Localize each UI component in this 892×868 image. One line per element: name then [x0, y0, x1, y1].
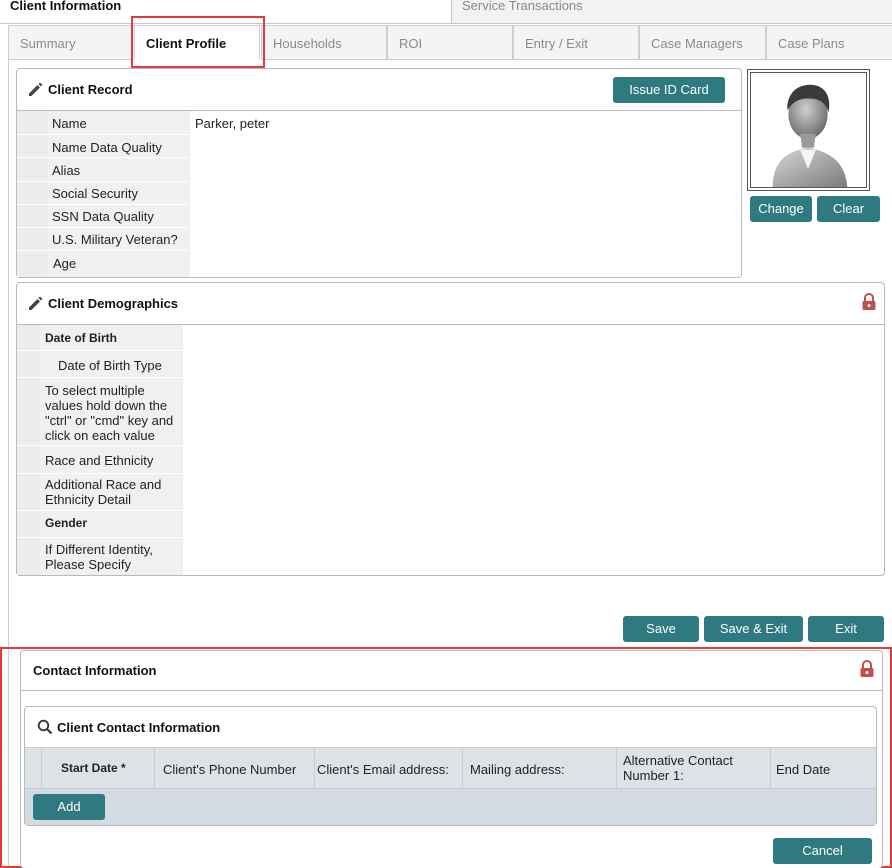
veteran-label: U.S. Military Veteran?	[52, 232, 178, 247]
exit-button[interactable]: Exit	[808, 616, 884, 642]
additional-race-ethnicity-label: Additional Race and Ethnicity Detail	[45, 477, 162, 507]
tab-summary-label: Summary	[20, 36, 76, 51]
row-separator	[17, 181, 190, 182]
ssn-data-quality-label: SSN Data Quality	[52, 209, 154, 224]
row-separator	[17, 204, 190, 205]
column-divider	[154, 747, 155, 789]
client-contact-information-title: Client Contact Information	[57, 720, 221, 735]
row-separator	[17, 350, 183, 351]
column-header-phone[interactable]: Client's Phone Number	[163, 762, 296, 777]
row-separator	[17, 473, 183, 474]
column-header-email[interactable]: Client's Email address:	[317, 762, 449, 777]
client-demographics-title: Client Demographics	[48, 296, 179, 311]
row-gutter	[17, 111, 47, 277]
save-exit-button[interactable]: Save & Exit	[704, 616, 803, 642]
column-header-start-date[interactable]: Start Date *	[61, 761, 126, 775]
tab-households-label: Households	[273, 36, 342, 51]
tab-roi-label: ROI	[399, 36, 423, 51]
change-photo-button[interactable]: Change	[750, 196, 812, 222]
name-data-quality-label: Name Data Quality	[52, 140, 162, 155]
clear-photo-button[interactable]: Clear	[817, 196, 880, 222]
tab-roi[interactable]: ROI	[387, 25, 513, 60]
row-separator	[17, 377, 183, 378]
issue-id-card-button[interactable]: Issue ID Card	[613, 77, 725, 103]
age-label: Age	[53, 256, 77, 271]
tab-entry-exit-label: Entry / Exit	[525, 36, 588, 51]
column-header-mailing-address[interactable]: Mailing address:	[470, 762, 565, 777]
row-separator	[17, 510, 183, 511]
race-ethnicity-label: Race and Ethnicity	[45, 453, 154, 468]
row-separator	[17, 134, 190, 135]
name-value: Parker, peter	[195, 116, 270, 131]
tab-client-information-label: Client Information	[10, 0, 122, 13]
contact-information-title: Contact Information	[33, 663, 157, 678]
tab-case-plans[interactable]: Case Plans	[766, 25, 892, 60]
person-silhouette-icon	[772, 84, 848, 187]
lock-icon	[860, 660, 874, 677]
column-header-alt-contact[interactable]: Alternative Contact Number 1:	[623, 753, 753, 783]
column-divider	[616, 747, 617, 789]
column-divider	[770, 747, 771, 789]
tab-summary[interactable]: Summary	[8, 25, 133, 60]
tab-case-plans-label: Case Plans	[778, 36, 845, 51]
row-separator	[17, 250, 190, 251]
client-record-title: Client Record	[48, 82, 133, 97]
row-separator	[17, 227, 190, 228]
divider	[21, 690, 882, 691]
client-photo-frame	[747, 69, 870, 191]
lock-icon	[862, 293, 876, 310]
row-separator	[17, 445, 183, 446]
tab-service-transactions-label: Service Transactions	[462, 0, 583, 13]
add-contact-button[interactable]: Add	[33, 794, 105, 820]
pencil-icon[interactable]	[27, 294, 45, 312]
row-separator	[17, 537, 183, 538]
column-divider	[314, 747, 315, 789]
row-separator	[17, 157, 190, 158]
client-demographics-panel: Client Demographics Date of Birth Date o…	[16, 282, 885, 576]
tab-case-managers[interactable]: Case Managers	[639, 25, 766, 60]
search-icon[interactable]	[37, 719, 53, 735]
date-of-birth-type-label: Date of Birth Type	[58, 358, 162, 373]
tab-households[interactable]: Households	[261, 25, 387, 60]
tab-case-managers-label: Case Managers	[651, 36, 743, 51]
multi-select-hint: To select multiple values hold down the …	[45, 383, 174, 443]
column-divider	[462, 747, 463, 789]
alias-label: Alias	[52, 163, 81, 178]
column-divider	[41, 747, 42, 789]
pencil-icon[interactable]	[27, 80, 45, 98]
social-security-label: Social Security	[52, 186, 138, 201]
tab-service-transactions[interactable]: Service Transactions	[452, 0, 892, 24]
date-of-birth-label: Date of Birth	[45, 331, 117, 345]
name-label: Name	[52, 116, 87, 131]
tab-entry-exit[interactable]: Entry / Exit	[513, 25, 639, 60]
cancel-button[interactable]: Cancel	[773, 838, 872, 864]
different-identity-label: If Different Identity, Please Specify	[45, 542, 153, 572]
avatar	[750, 72, 867, 188]
client-record-panel: Client Record Issue ID Card Name Parker,…	[16, 68, 742, 278]
save-button[interactable]: Save	[623, 616, 699, 642]
column-header-end-date[interactable]: End Date	[776, 762, 830, 777]
gender-label: Gender	[45, 516, 88, 530]
